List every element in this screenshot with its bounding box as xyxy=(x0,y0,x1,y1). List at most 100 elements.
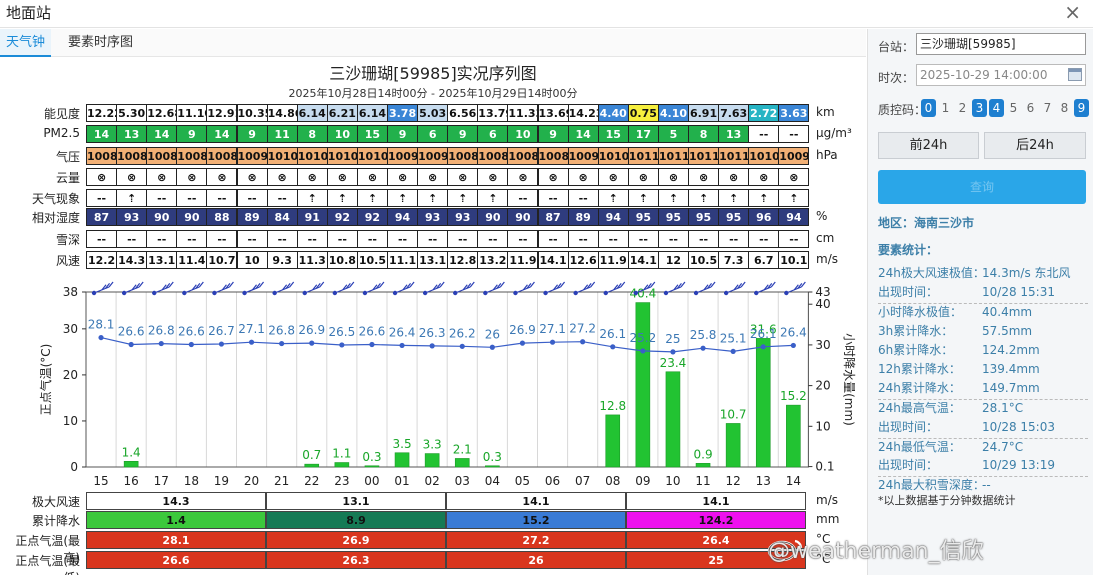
qc-code-chip[interactable]: 2 xyxy=(955,99,970,117)
grid-cell: 10.8 xyxy=(326,251,358,269)
time-field[interactable]: 2025-10-29 14:00:00 xyxy=(916,64,1086,86)
qc-code-chip[interactable]: 4 xyxy=(989,99,1004,117)
grid-cell: 15 xyxy=(356,125,388,143)
grid-cell: ⇡ xyxy=(116,189,148,207)
grid-cell: 11.3 xyxy=(296,251,328,269)
qc-code-chip[interactable]: 6 xyxy=(1023,99,1038,117)
precip-bar xyxy=(695,463,711,468)
tab-element-timeseries[interactable]: 要素时序图 xyxy=(62,29,139,57)
qc-label: 质控码： xyxy=(878,103,927,117)
grid-cell: 7.63 xyxy=(718,104,750,122)
qc-code-chip[interactable]: 3 xyxy=(972,99,987,117)
grid-cell: ⇡ xyxy=(326,189,358,207)
stat-key: 3h累计降水： xyxy=(878,323,954,338)
grid-cell: ⇡ xyxy=(356,189,388,207)
temperature-point-label: 26.6 xyxy=(118,325,145,339)
prev-24h-button[interactable]: 前24h xyxy=(878,132,979,159)
summary-cell: 14.3 xyxy=(86,492,266,510)
grid-cell: 13.69 xyxy=(537,104,569,122)
left-axis-label: 正点气温(°C) xyxy=(38,344,53,416)
grid-cell: ⇡ xyxy=(627,189,659,207)
qc-code-chip[interactable]: 7 xyxy=(1040,99,1055,117)
wind-barb-icon xyxy=(543,281,566,296)
grid-cell: -- xyxy=(236,189,268,207)
grid-row-label: 云量 xyxy=(55,171,80,185)
wind-barb-icon xyxy=(422,281,445,296)
grid-cell: ⇡ xyxy=(296,189,328,207)
x-axis-tick-label: 03 xyxy=(455,474,470,488)
query-button[interactable]: 查询 xyxy=(878,170,1086,204)
next-24h-button[interactable]: 后24h xyxy=(984,132,1086,159)
stat-key: 24h最大积雪深度： xyxy=(878,478,985,493)
temperature-point-label: 27.1 xyxy=(238,322,265,336)
precip-bar-label: 0.3 xyxy=(362,450,381,464)
stat-value: 57.5mm xyxy=(982,323,1033,338)
x-axis-tick-label: 00 xyxy=(364,474,379,488)
grid-cell: ⊗ xyxy=(507,168,539,186)
grid-cell: ⊗ xyxy=(718,168,750,186)
qc-code-chip[interactable]: 0 xyxy=(921,99,936,117)
watermark-text: @weatherman_信欣 xyxy=(768,539,984,564)
summary-row-label: 极大风速 xyxy=(31,495,80,509)
tab-weather-clock[interactable]: 天气钟 xyxy=(0,29,52,57)
station-field[interactable]: 三沙珊瑚[59985] xyxy=(916,33,1086,55)
grid-cell: ⊗ xyxy=(236,168,268,186)
qc-code-chip[interactable]: 1 xyxy=(938,99,953,117)
grid-cell: -- xyxy=(86,189,118,207)
temperature-point-label: 25.8 xyxy=(690,328,717,342)
wind-barb-icon xyxy=(332,281,355,296)
grid-cell: 6.14 xyxy=(296,104,328,122)
grid-cell: -- xyxy=(567,230,599,248)
x-axis-tick-label: 23 xyxy=(334,474,349,488)
grid-cell: 12.68 xyxy=(146,104,178,122)
grid-row-unit: % xyxy=(816,209,828,223)
wind-barb-icon xyxy=(182,281,204,296)
grid-row-unit: km xyxy=(816,105,835,119)
temperature-point-label: 26.1 xyxy=(599,327,626,341)
grid-cell: 95 xyxy=(657,208,689,226)
grid-cell: 1008 xyxy=(447,147,479,165)
grid-cell: 93 xyxy=(417,208,449,226)
grid-cell: ⇡ xyxy=(597,189,629,207)
grid-cell: 9.3 xyxy=(266,251,298,269)
grid-cell: 1010 xyxy=(597,147,629,165)
stat-key: 12h累计降水： xyxy=(878,362,961,376)
precip-bar xyxy=(635,302,651,468)
grid-cell: 90 xyxy=(176,208,208,226)
grid-cell: ⇡ xyxy=(447,189,479,207)
grid-cell: -- xyxy=(116,230,148,248)
stat-key: 出现时间： xyxy=(878,458,939,472)
grid-cell: -- xyxy=(748,125,780,143)
grid-cell: 1008 xyxy=(116,147,148,165)
qc-code-chip[interactable]: 9 xyxy=(1074,99,1089,117)
grid-cell: 6 xyxy=(477,125,509,143)
stat-value: 10/28 15:03 xyxy=(982,419,1055,434)
qc-code-chip[interactable]: 5 xyxy=(1006,99,1021,117)
stats-title: 要素统计： xyxy=(878,243,939,257)
grid-cell: -- xyxy=(688,230,720,248)
grid-cell: 10.7 xyxy=(206,251,238,269)
grid-cell: -- xyxy=(627,230,659,248)
stat-row: 出现时间： 10/28 15:03 xyxy=(878,419,1088,435)
grid-cell: ⇡ xyxy=(417,189,449,207)
grid-row-label: 相对湿度 xyxy=(31,211,80,225)
grid-cell: -- xyxy=(266,189,298,207)
grid-cell: 1010 xyxy=(266,147,298,165)
grid-cell: 10.35 xyxy=(236,104,268,122)
x-axis-tick-label: 15 xyxy=(93,474,108,488)
precip-bar-label: 0.3 xyxy=(483,450,502,464)
close-icon[interactable]: × xyxy=(1064,1,1081,23)
qc-code-chip[interactable]: 8 xyxy=(1057,99,1072,117)
grid-cell: -- xyxy=(748,230,780,248)
grid-cell: 3.78 xyxy=(387,104,419,122)
grid-cell: ⊗ xyxy=(477,168,509,186)
grid-row-unit: m/s xyxy=(816,252,838,266)
precip-bar xyxy=(123,461,139,468)
wind-barb-icon xyxy=(121,281,144,296)
temperature-point xyxy=(399,342,405,349)
calendar-icon[interactable] xyxy=(1068,68,1082,81)
grid-cell: 1008 xyxy=(146,147,178,165)
temperature-point xyxy=(760,344,766,350)
temperature-point xyxy=(128,341,134,348)
right-axis-tick-label: 30 xyxy=(815,338,830,352)
